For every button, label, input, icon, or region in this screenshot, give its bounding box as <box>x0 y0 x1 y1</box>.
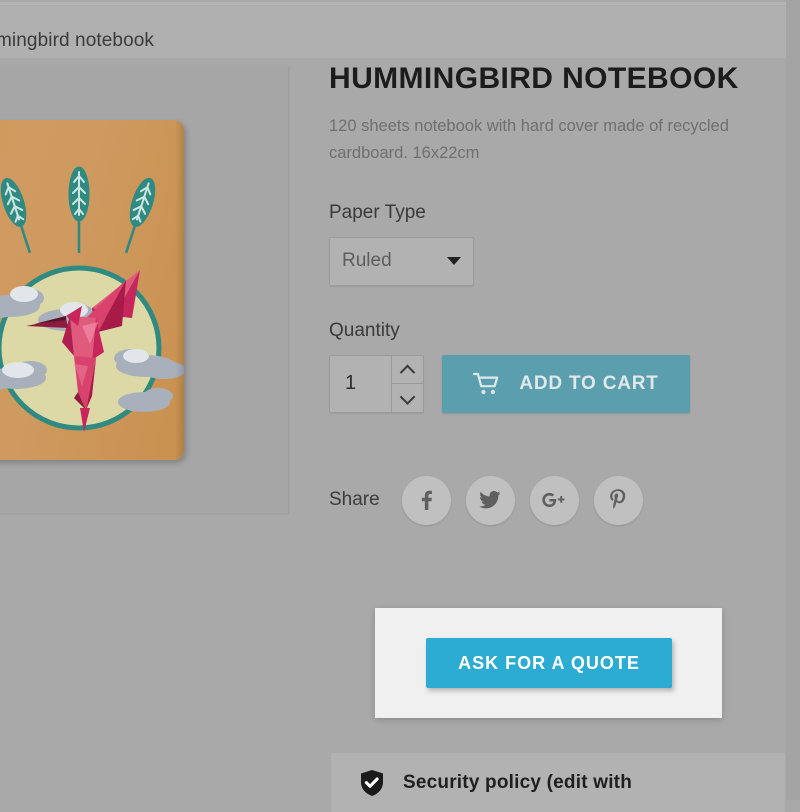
product-image-notebook[interactable] <box>0 120 184 460</box>
quantity-decrease-button[interactable] <box>392 384 423 412</box>
notebook-cover-artwork <box>0 166 184 432</box>
ask-for-a-quote-button[interactable]: ASK FOR A QUOTE <box>426 638 672 688</box>
quantity-stepper[interactable]: 1 <box>329 354 424 413</box>
quantity-increase-button[interactable] <box>392 356 423 385</box>
add-to-cart-button[interactable]: ADD TO CART <box>442 354 690 413</box>
product-image-panel[interactable] <box>0 66 288 513</box>
share-google-plus-button[interactable] <box>529 475 579 525</box>
product-details-column: HUMMINGBIRD NOTEBOOK 120 sheets notebook… <box>329 62 774 525</box>
page-right-edge <box>786 0 800 800</box>
page-title: HUMMINGBIRD NOTEBOOK <box>329 62 739 95</box>
chevron-down-icon <box>399 388 416 405</box>
top-hairline <box>0 2 800 5</box>
ask-for-quote-highlight-panel: ASK FOR A QUOTE <box>375 608 722 718</box>
twitter-icon <box>479 491 501 509</box>
breadcrumb-current-item[interactable]: mingbird notebook <box>0 30 154 52</box>
ask-for-a-quote-label: ASK FOR A QUOTE <box>458 652 640 673</box>
quantity-stepper-buttons <box>391 355 423 412</box>
share-twitter-button[interactable] <box>465 475 515 525</box>
share-pinterest-button[interactable] <box>593 475 643 525</box>
quantity-and-cart-row: 1 ADD TO CART <box>329 354 774 413</box>
security-policy-text: Security policy (edit with <box>403 771 633 793</box>
security-policy-block[interactable]: Security policy (edit with <box>330 752 786 812</box>
add-to-cart-label: ADD TO CART <box>519 372 659 394</box>
chevron-down-icon <box>447 257 461 266</box>
quantity-input[interactable]: 1 <box>330 356 391 412</box>
paper-type-group: Paper Type Ruled <box>329 202 774 286</box>
share-facebook-button[interactable] <box>401 475 451 525</box>
pinterest-icon <box>610 489 626 510</box>
breadcrumb-bar: mingbird notebook <box>0 6 786 58</box>
chevron-up-icon <box>399 364 416 381</box>
paper-type-select[interactable]: Ruled <box>329 236 474 286</box>
product-description: 120 sheets notebook with hard cover made… <box>329 116 729 163</box>
product-page-root: mingbird notebook HUMMINGBIRD NOTEBOOK 1… <box>0 0 800 812</box>
shield-check-icon <box>361 769 383 796</box>
share-label: Share <box>329 489 380 511</box>
paper-type-label: Paper Type <box>329 201 426 223</box>
quantity-label: Quantity <box>329 319 400 341</box>
google-plus-icon <box>542 493 565 508</box>
shopping-cart-icon <box>473 372 499 395</box>
facebook-icon <box>422 491 433 511</box>
quantity-group: Quantity 1 ADD TO CART <box>329 320 774 413</box>
paper-type-selected-value: Ruled <box>342 250 392 272</box>
share-row: Share <box>329 475 774 525</box>
